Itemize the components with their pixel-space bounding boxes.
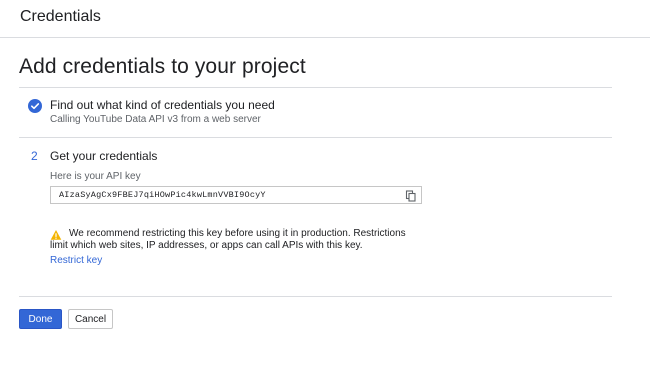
divider-step — [19, 137, 612, 138]
warning-text-line1: We recommend restricting this key before… — [69, 228, 406, 239]
app-header: Credentials — [0, 0, 650, 38]
warning-text-line2: limit which web sites, IP addresses, or … — [50, 240, 363, 251]
done-button[interactable]: Done — [19, 309, 62, 329]
step1-title: Find out what kind of credentials you ne… — [50, 98, 275, 112]
restrict-key-link[interactable]: Restrict key — [50, 255, 102, 266]
api-key-label: Here is your API key — [50, 171, 141, 182]
step1-subtitle: Calling YouTube Data API v3 from a web s… — [50, 114, 261, 125]
divider-bottom — [19, 296, 612, 297]
step2-title: Get your credentials — [50, 149, 158, 163]
api-key-field[interactable]: AIzaSyAgCx9FBEJ7qiHOwPic4kwLmnVVBI9OcyY — [50, 186, 422, 204]
cancel-button[interactable]: Cancel — [68, 309, 113, 329]
check-circle-icon — [28, 99, 42, 113]
warning-icon — [50, 228, 62, 240]
step2-number: 2 — [31, 149, 38, 163]
api-key-value[interactable]: AIzaSyAgCx9FBEJ7qiHOwPic4kwLmnVVBI9OcyY — [59, 190, 266, 200]
page-title: Add credentials to your project — [19, 55, 306, 78]
copy-icon[interactable] — [405, 189, 417, 202]
divider-top — [19, 87, 612, 88]
header-title: Credentials — [20, 8, 101, 25]
